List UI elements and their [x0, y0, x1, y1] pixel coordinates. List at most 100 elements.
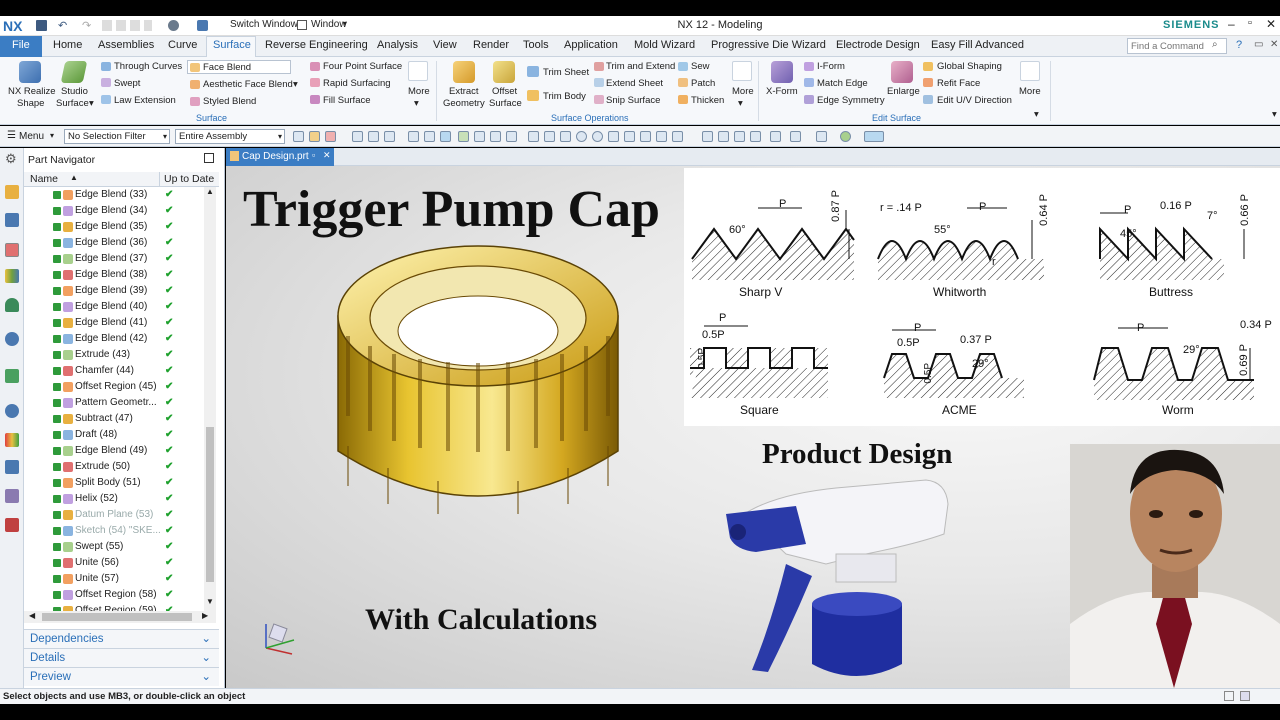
scroll-right-icon[interactable]: ▶: [202, 611, 208, 620]
chevron-down-icon[interactable]: ▾: [1272, 109, 1277, 120]
more-edit-button[interactable]: More: [1019, 86, 1041, 97]
tab-mold-wizard[interactable]: Mold Wizard: [634, 39, 695, 51]
aesthetic-face-blend-button[interactable]: Aesthetic Face Blend: [203, 79, 293, 90]
tree-row[interactable]: Edge Blend (39) ✔: [24, 283, 214, 299]
web-browser-icon[interactable]: [5, 332, 19, 346]
realize-shape-label2[interactable]: Shape: [17, 98, 44, 109]
snap-intersection-icon[interactable]: [506, 131, 517, 142]
tree-row[interactable]: Edge Blend (37) ✔: [24, 251, 214, 267]
snap-line-icon[interactable]: [624, 131, 635, 142]
view-pan-icon[interactable]: [734, 131, 745, 142]
view-rotate-icon[interactable]: [750, 131, 761, 142]
tree-row[interactable]: Helix (52) ✔: [24, 491, 214, 507]
chevron-down-icon[interactable]: ▾: [50, 131, 54, 140]
tree-row[interactable]: Offset Region (58) ✔: [24, 587, 214, 603]
tree-row[interactable]: Swept (55) ✔: [24, 539, 214, 555]
checkbox-icon[interactable]: [53, 415, 61, 423]
touch-mode-icon[interactable]: [168, 20, 179, 31]
checkbox-icon[interactable]: [53, 303, 61, 311]
chevron-down-icon[interactable]: ▾: [1034, 109, 1039, 120]
tree-row[interactable]: Edge Blend (33) ✔: [24, 187, 214, 203]
sew-button[interactable]: Sew: [691, 61, 709, 72]
snap-endpoint-icon[interactable]: [458, 131, 469, 142]
close-icon[interactable]: ✕: [1266, 17, 1276, 31]
history-icon[interactable]: [5, 369, 19, 383]
checkbox-icon[interactable]: [53, 431, 61, 439]
snip-surface-button[interactable]: Snip Surface: [606, 95, 660, 106]
extract-geometry-label2[interactable]: Geometry: [443, 98, 485, 109]
checkbox-icon[interactable]: [53, 399, 61, 407]
document-tab[interactable]: Cap Design.prt ▫ ✕: [226, 148, 334, 166]
tab-surface[interactable]: Surface: [213, 39, 251, 51]
law-extension-button[interactable]: Law Extension: [114, 95, 176, 106]
more-surface-button[interactable]: More: [408, 86, 430, 97]
tree-row[interactable]: Draft (48) ✔: [24, 427, 214, 443]
swept-button[interactable]: Swept: [114, 78, 140, 89]
thicken-button[interactable]: Thicken: [691, 95, 724, 106]
snap-control-icon[interactable]: [490, 131, 501, 142]
checkbox-icon[interactable]: [53, 335, 61, 343]
part-navigator-icon[interactable]: [5, 243, 19, 257]
patch-button[interactable]: Patch: [691, 78, 715, 89]
checkbox-icon[interactable]: [53, 495, 61, 503]
selection-scope-dropdown[interactable]: Entire Assembly ▾: [175, 129, 285, 144]
checkbox-icon[interactable]: [53, 527, 61, 535]
checkbox-icon[interactable]: [53, 271, 61, 279]
checkbox-icon[interactable]: [53, 351, 61, 359]
tree-row[interactable]: Edge Blend (36) ✔: [24, 235, 214, 251]
checkbox-icon[interactable]: [53, 319, 61, 327]
face-blend-button[interactable]: Face Blend: [203, 62, 251, 73]
tab-close-icon[interactable]: ✕: [323, 150, 331, 161]
i-form-button[interactable]: I-Form: [817, 61, 845, 72]
checkbox-icon[interactable]: [53, 511, 61, 519]
snap-arc-icon[interactable]: [528, 131, 539, 142]
face-select-icon[interactable]: [424, 131, 435, 142]
redo-icon[interactable]: ↷: [82, 19, 91, 32]
tab-tools[interactable]: Tools: [523, 39, 549, 51]
graphics-window[interactable]: Cap Design.prt ▫ ✕ Trigger Pump Cap With…: [226, 148, 1280, 688]
styled-blend-button[interactable]: Styled Blend: [203, 96, 256, 107]
checkbox-icon[interactable]: [53, 383, 61, 391]
tab-assemblies[interactable]: Assemblies: [98, 39, 154, 51]
studio-surface-label2[interactable]: Surface: [56, 98, 89, 109]
edge-symmetry-button[interactable]: Edge Symmetry: [817, 95, 885, 106]
snap-midpoint-icon[interactable]: [474, 131, 485, 142]
chevron-down-icon[interactable]: ▾: [293, 79, 298, 90]
through-curves-button[interactable]: Through Curves: [114, 61, 182, 72]
tab-render[interactable]: Render: [473, 39, 509, 51]
minimize-icon[interactable]: –: [1228, 17, 1235, 31]
quick-pick-icon[interactable]: [352, 131, 363, 142]
studio-surface-icon[interactable]: [60, 61, 88, 83]
tree-row[interactable]: Subtract (47) ✔: [24, 411, 214, 427]
enlarge-button[interactable]: Enlarge: [887, 86, 920, 97]
hd3d-tools-icon[interactable]: [5, 298, 19, 312]
tab-progressive-die-wizard[interactable]: Progressive Die Wizard: [711, 39, 826, 51]
chevron-down-icon[interactable]: ▾: [89, 98, 94, 109]
assembly-navigator-icon[interactable]: [5, 185, 19, 199]
tree-row[interactable]: Offset Region (59) ✔: [24, 603, 214, 611]
fill-surface-button[interactable]: Fill Surface: [323, 95, 371, 106]
offset-surface-icon[interactable]: [493, 61, 515, 83]
tree-row[interactable]: Split Body (51) ✔: [24, 475, 214, 491]
clock-icon[interactable]: [5, 404, 19, 418]
tab-electrode-design[interactable]: Electrode Design: [836, 39, 920, 51]
rapid-surfacing-button[interactable]: Rapid Surfacing: [323, 78, 391, 89]
maximize-icon[interactable]: [204, 153, 214, 163]
tree-row[interactable]: Edge Blend (34) ✔: [24, 203, 214, 219]
checkbox-icon[interactable]: [53, 591, 61, 599]
trim-body-button[interactable]: Trim Body: [543, 91, 586, 102]
tab-reverse-engineering[interactable]: Reverse Engineering: [265, 39, 368, 51]
tree-row[interactable]: Datum Plane (53) ✔: [24, 507, 214, 523]
more-surface-icon[interactable]: [408, 61, 428, 81]
view-orient-icon[interactable]: [770, 131, 781, 142]
chevron-down-icon[interactable]: ▾: [738, 98, 743, 109]
deselect-icon[interactable]: [384, 131, 395, 142]
show-hide-icon[interactable]: [840, 131, 851, 142]
dependencies-panel[interactable]: Dependencies ⌄: [24, 629, 219, 648]
process-studio-icon[interactable]: [5, 460, 19, 474]
checkbox-icon[interactable]: [53, 255, 61, 263]
snap-icon[interactable]: [293, 131, 304, 142]
window-menu[interactable]: Window: [311, 19, 347, 30]
snap-bounded-icon[interactable]: [672, 131, 683, 142]
search-icon[interactable]: ⌕: [1212, 39, 1218, 50]
